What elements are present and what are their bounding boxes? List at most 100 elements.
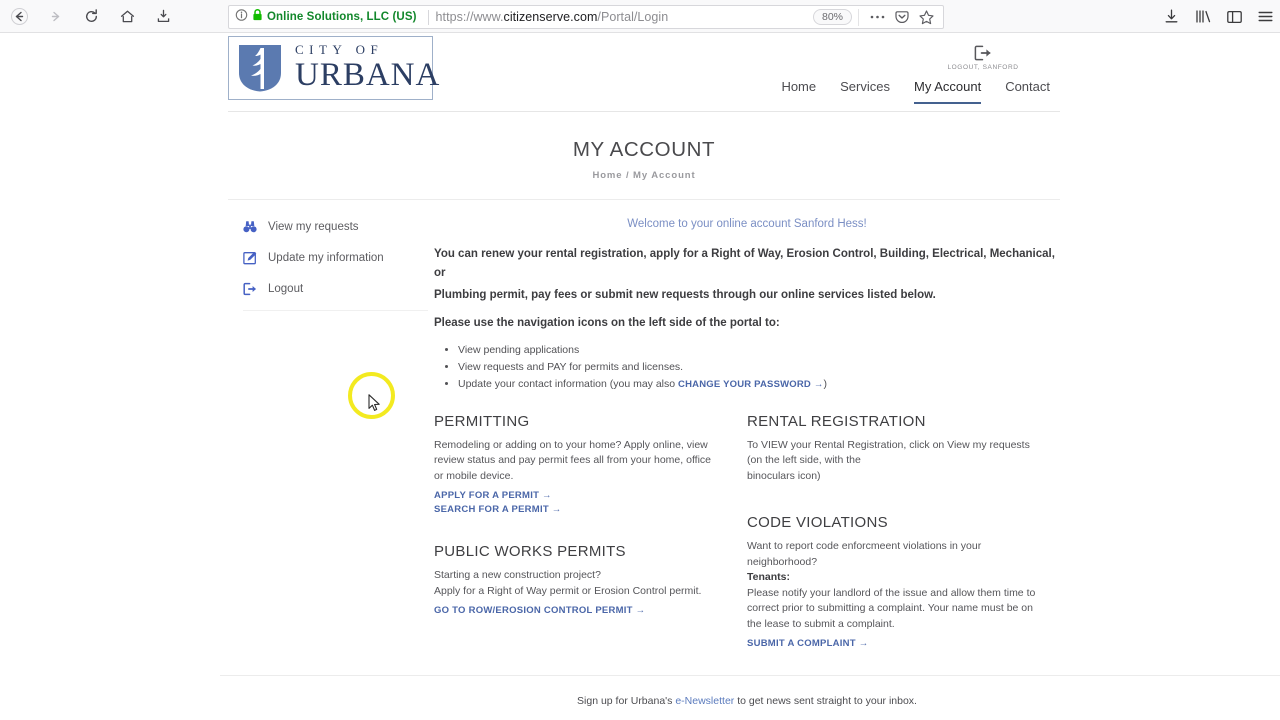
- bookmark-button[interactable]: [914, 9, 939, 26]
- newsletter-suffix: to get news sent straight to your inbox.: [734, 695, 917, 708]
- binoculars-icon: [243, 220, 257, 234]
- browser-toolbar-right: [1163, 0, 1274, 33]
- url-path: /Portal/Login: [597, 10, 669, 24]
- logo-line-city-of: CITY OF: [295, 41, 384, 57]
- search-for-a-permit-link[interactable]: SEARCH FOR A PERMIT →: [434, 504, 729, 515]
- downloads-button[interactable]: [1163, 8, 1180, 25]
- go-to-row-erosion-control-permit-link[interactable]: GO TO ROW/EROSION CONTROL PERMIT →: [434, 605, 729, 616]
- card-body-line: or mobile device.: [434, 469, 514, 482]
- card-heading: CODE VIOLATIONS: [747, 514, 888, 532]
- save-to-pocket-icon: [157, 9, 169, 22]
- newsletter-signup-text: Sign up for Urbana's e-Newsletter to get…: [434, 695, 1060, 707]
- nav-item-home[interactable]: Home: [781, 80, 816, 104]
- card-public-works-permits: PUBLIC WORKS PERMITS Starting a new cons…: [434, 543, 729, 616]
- card-body-line: neighborhood?: [747, 555, 818, 568]
- nav-item-services[interactable]: Services: [840, 80, 890, 104]
- hamburger-menu-icon: [1258, 11, 1273, 22]
- library-button[interactable]: [1194, 8, 1212, 25]
- city-shield-logo: [239, 45, 281, 92]
- bullet-suffix: ): [823, 378, 828, 391]
- card-body-line: binoculars icon): [747, 469, 821, 482]
- card-heading: PUBLIC WORKS PERMITS: [434, 543, 626, 561]
- page-info-icon[interactable]: [235, 8, 248, 26]
- pocket-button[interactable]: [890, 9, 914, 25]
- urlbar-separator: [858, 8, 859, 26]
- tenants-label: Tenants:: [747, 571, 790, 584]
- newsletter-prefix: Sign up for Urbana's: [577, 695, 676, 708]
- intro-line-2: Plumbing permit, pay fees or submit new …: [434, 288, 936, 301]
- nav-item-contact[interactable]: Contact: [1005, 80, 1050, 104]
- url-bar[interactable]: Online Solutions, LLC (US) https://www.c…: [228, 5, 944, 29]
- header-logout-widget[interactable]: LOGOUT, SANFORD: [928, 45, 1038, 71]
- apply-for-a-permit-link[interactable]: APPLY FOR A PERMIT →: [434, 490, 729, 501]
- main-navigation: Home Services My Account Contact: [781, 80, 1050, 104]
- account-main-column: Welcome to your online account Sanford H…: [434, 200, 1060, 707]
- bullet-text: View pending applications: [458, 343, 580, 356]
- identity-separator: [427, 9, 429, 25]
- reload-button[interactable]: [78, 3, 104, 29]
- reload-icon: [85, 8, 97, 22]
- card-body-line: To VIEW your Rental Registration, click …: [747, 438, 1030, 467]
- card-body-line: the lease to submit a complaint.: [747, 617, 895, 630]
- card-permitting: PERMITTING Remodeling or adding on to yo…: [434, 413, 729, 516]
- sidebar-button[interactable]: [1226, 9, 1243, 25]
- sidebar-item-update-my-information[interactable]: Update my information: [243, 248, 434, 268]
- card-body-line: Starting a new construction project?: [434, 569, 601, 582]
- card-links: APPLY FOR A PERMIT → SEARCH FOR A PERMIT…: [434, 490, 729, 515]
- card-heading: PERMITTING: [434, 412, 530, 430]
- card-body-line: Apply for a Right of Way permit or Erosi…: [434, 584, 702, 597]
- card-rental-registration: RENTAL REGISTRATION To VIEW your Rental …: [747, 413, 1042, 485]
- footer-divider: [220, 675, 1280, 676]
- cards-left-column: PERMITTING Remodeling or adding on to yo…: [434, 413, 747, 674]
- sidebar-item-label: Update my information: [268, 252, 384, 264]
- library-icon: [1196, 10, 1211, 23]
- card-links: SUBMIT A COMPLAINT →: [747, 638, 1042, 649]
- forward-arrow-icon: [51, 11, 59, 21]
- header-divider: [228, 111, 1060, 112]
- card-body-line: Please notify your landlord of the issue…: [747, 586, 1036, 599]
- page-title: MY ACCOUNT: [572, 138, 716, 161]
- site-header: CITY OF URBANA LOGOUT, SANFORD Home Serv…: [228, 33, 1060, 111]
- sidebar-item-label: Logout: [268, 283, 304, 295]
- card-links: GO TO ROW/EROSION CONTROL PERMIT →: [434, 605, 729, 616]
- save-to-pocket-button[interactable]: [150, 3, 176, 29]
- ellipsis-icon: [870, 15, 885, 19]
- list-item: View requests and PAY for permits and li…: [458, 360, 1060, 375]
- page-viewport: CITY OF URBANA LOGOUT, SANFORD Home Serv…: [0, 33, 1280, 720]
- logout-arrow-icon[interactable]: [974, 45, 992, 61]
- home-button[interactable]: [114, 3, 140, 29]
- submit-a-complaint-link[interactable]: SUBMIT A COMPLAINT →: [747, 638, 1042, 649]
- sidebar-item-logout[interactable]: Logout: [243, 279, 434, 299]
- change-password-link[interactable]: CHANGE YOUR PASSWORD →: [678, 379, 824, 390]
- card-heading: RENTAL REGISTRATION: [747, 412, 926, 430]
- city-logo[interactable]: CITY OF URBANA: [228, 36, 439, 100]
- sidebar-item-label: View my requests: [268, 221, 359, 233]
- logout-caption: LOGOUT, SANFORD: [947, 64, 1019, 71]
- account-sidebar: View my requests Update my information L…: [228, 200, 434, 707]
- sidebar-divider: [243, 310, 428, 311]
- nav-item-my-account[interactable]: My Account: [913, 80, 982, 104]
- card-code-violations: CODE VIOLATIONS Want to report code enfo…: [747, 514, 1042, 649]
- edit-pencil-icon: [243, 251, 257, 265]
- zoom-level-indicator[interactable]: 80%: [812, 9, 852, 25]
- sidebar-item-view-my-requests[interactable]: View my requests: [243, 217, 434, 237]
- back-arrow-icon: [10, 7, 28, 25]
- list-item: Update your contact information (you may…: [458, 377, 1060, 392]
- e-newsletter-link[interactable]: e-Newsletter: [675, 695, 734, 707]
- site-content-wrapper: CITY OF URBANA LOGOUT, SANFORD Home Serv…: [220, 33, 1280, 707]
- welcome-message: Welcome to your online account Sanford H…: [627, 218, 867, 230]
- logo-wordmark: CITY OF URBANA: [295, 43, 440, 94]
- url-text[interactable]: https://www.citizenserve.com/Portal/Logi…: [436, 10, 669, 24]
- identity-label: Online Solutions, LLC (US): [267, 11, 417, 23]
- site-identity-block[interactable]: Online Solutions, LLC (US): [233, 8, 421, 26]
- download-icon: [1165, 9, 1178, 23]
- breadcrumb: Home / My Account: [592, 170, 696, 181]
- page-actions-button[interactable]: [865, 14, 890, 20]
- bullet-text: View requests and PAY for permits and li…: [458, 361, 684, 374]
- card-body-line: Want to report code enforcmeent violatio…: [747, 540, 982, 553]
- app-menu-button[interactable]: [1257, 9, 1274, 24]
- instruction-list: View pending applications View requests …: [434, 343, 1060, 393]
- back-button[interactable]: [6, 3, 32, 29]
- list-item: View pending applications: [458, 343, 1060, 358]
- forward-button[interactable]: [42, 3, 68, 29]
